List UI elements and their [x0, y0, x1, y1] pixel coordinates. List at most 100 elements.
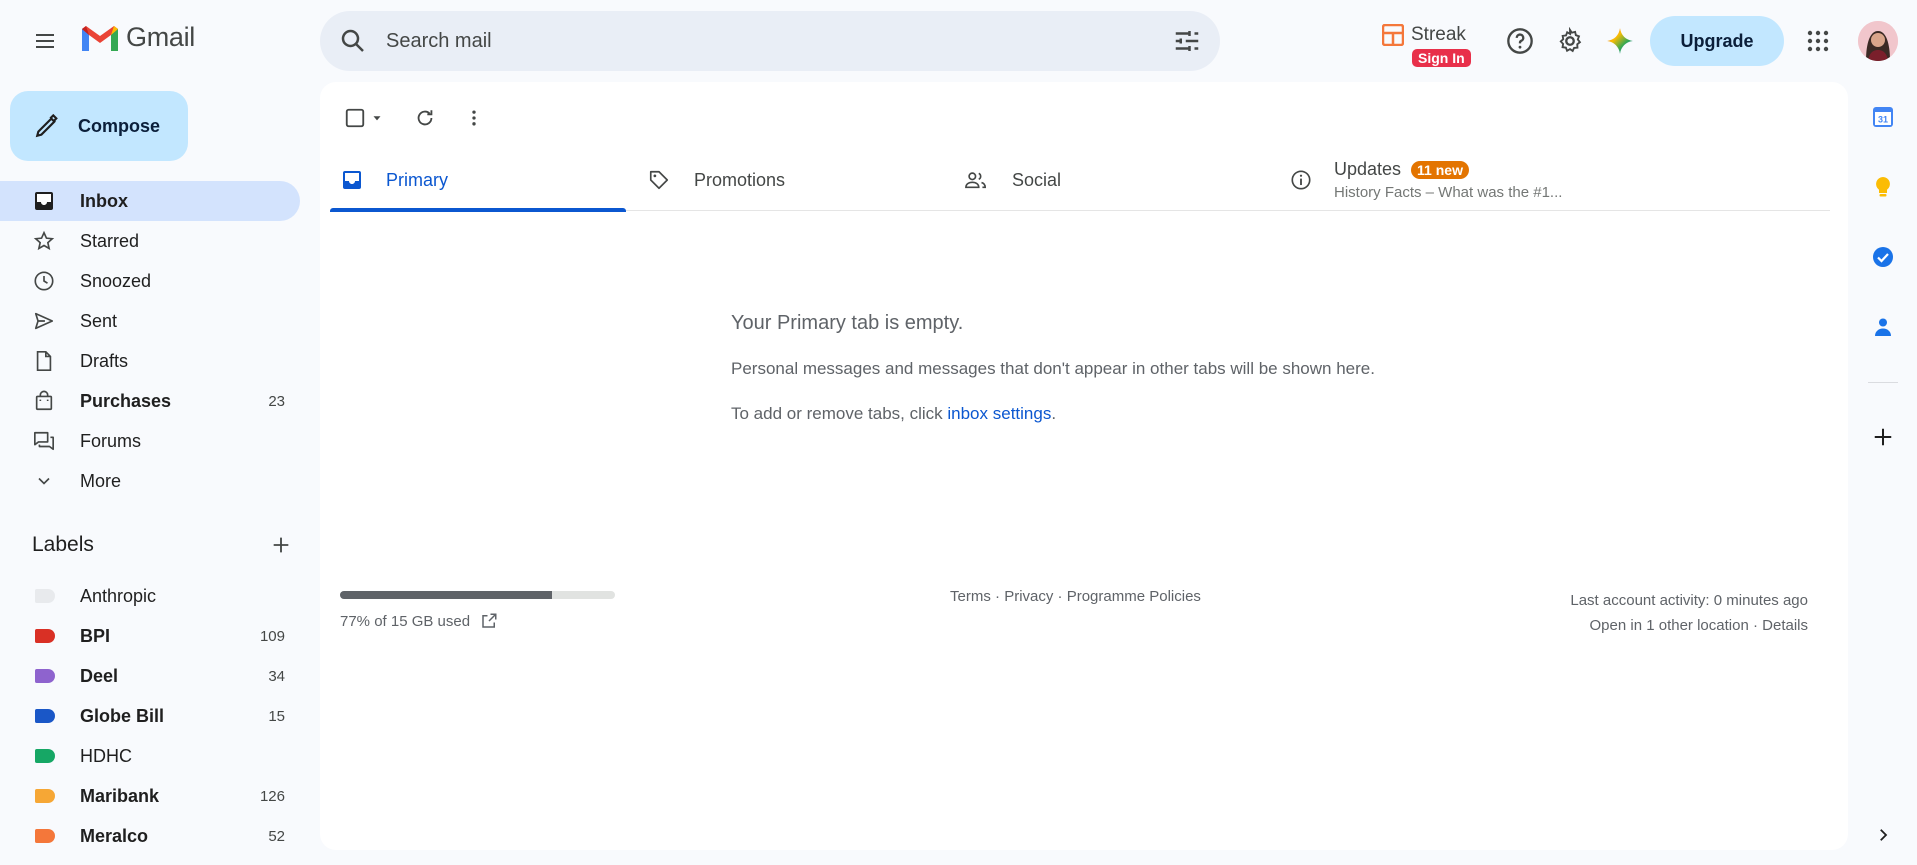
main-panel: Primary Promotions Social Updates 11 new…: [320, 82, 1848, 850]
sidebar-item-forums[interactable]: Forums: [0, 421, 300, 461]
sidebar-item-label: Snoozed: [80, 270, 152, 291]
terms-link[interactable]: Terms: [950, 588, 991, 605]
label-tag-icon: [35, 829, 55, 843]
pencil-icon: [35, 113, 58, 138]
gmail-m-icon: [82, 25, 118, 51]
search-options-icon[interactable]: [1172, 26, 1202, 56]
sidebar-item-purchases[interactable]: Purchases 23: [0, 381, 300, 421]
avatar-icon: [1858, 21, 1898, 61]
show-side-panel-button[interactable]: [1868, 820, 1898, 850]
sidebar-item-snoozed[interactable]: Snoozed: [0, 261, 300, 301]
label-item-maribank[interactable]: Maribank 126: [0, 776, 300, 816]
inbox-tab-icon: [343, 171, 361, 189]
svg-text:31: 31: [1878, 115, 1888, 125]
tab-label: Promotions: [694, 169, 786, 190]
sidebar-item-label: Forums: [80, 430, 142, 451]
empty-state-description: Personal messages and messages that don'…: [731, 359, 1375, 378]
labels-header: Labels: [32, 533, 292, 557]
upgrade-button[interactable]: Upgrade: [1650, 16, 1784, 66]
last-activity-text: Last account activity: 0 minutes ago: [1570, 592, 1808, 609]
label-name: Anthropic: [80, 585, 157, 606]
hint-suffix: .: [1051, 404, 1057, 423]
account-avatar[interactable]: [1858, 21, 1898, 61]
calendar-addon-button[interactable]: 31: [1868, 102, 1898, 132]
more-actions-button[interactable]: [464, 108, 484, 128]
programme-policies-link[interactable]: Programme Policies: [1067, 588, 1201, 605]
gemini-button[interactable]: [1602, 23, 1638, 59]
sidebar-item-drafts[interactable]: Drafts: [0, 341, 300, 381]
search-icon[interactable]: [338, 26, 368, 56]
tab-updates[interactable]: Updates 11 new History Facts – What was …: [1290, 149, 1710, 211]
rail-divider: [1868, 382, 1898, 383]
chevron-down-icon: [38, 477, 50, 485]
streak-signin-badge[interactable]: Sign In: [1412, 49, 1471, 67]
label-item-bpi[interactable]: BPI 109: [0, 616, 300, 656]
settings-button[interactable]: [1552, 23, 1588, 59]
tab-primary[interactable]: Primary: [330, 149, 626, 212]
tasks-icon: [1873, 247, 1893, 267]
refresh-icon: [417, 110, 433, 126]
storage-progress-fill: [340, 591, 552, 599]
label-tag-icon: [35, 709, 55, 723]
people-icon: [965, 172, 986, 189]
draft-icon: [36, 351, 52, 371]
label-item-globe-bill[interactable]: Globe Bill 15: [0, 696, 300, 736]
updates-snippet: History Facts – What was the #1...: [1334, 184, 1563, 201]
top-bar: Gmail Streak Sign In Upgrade: [0, 0, 1917, 82]
label-item-hdhc[interactable]: HDHC: [0, 736, 300, 776]
footer-separator: ·: [990, 588, 1005, 605]
labels-list: Anthropic BPI 109 Deel 34 Globe Bill 15 …: [0, 576, 300, 856]
sidebar-item-starred[interactable]: Starred: [0, 221, 300, 261]
details-link[interactable]: Details: [1762, 617, 1808, 634]
more-vert-icon: [472, 110, 476, 126]
unread-count: 126: [259, 787, 285, 805]
get-addons-button[interactable]: [1868, 422, 1898, 452]
account-activity: Last account activity: 0 minutes ago Ope…: [1570, 588, 1808, 638]
label-item-deel[interactable]: Deel 34: [0, 656, 300, 696]
privacy-link[interactable]: Privacy: [1004, 588, 1053, 605]
support-button[interactable]: [1502, 23, 1538, 59]
inbox-icon: [35, 192, 53, 210]
caret-down-icon[interactable]: [370, 111, 384, 125]
label-tag-icon: [35, 669, 55, 683]
label-name: Maribank: [80, 785, 160, 806]
tab-social[interactable]: Social: [952, 149, 1252, 211]
create-label-plus-icon[interactable]: [270, 534, 292, 556]
send-icon: [34, 312, 54, 330]
unread-count: 34: [268, 667, 285, 685]
inbox-settings-link[interactable]: inbox settings: [947, 404, 1051, 423]
search-input[interactable]: [386, 11, 1126, 71]
sidebar-item-inbox[interactable]: Inbox: [0, 181, 300, 221]
streak-extension-button[interactable]: Streak Sign In: [1382, 24, 1471, 67]
label-name: Deel: [80, 665, 119, 686]
sidebar-item-label: Purchases: [80, 390, 172, 411]
label-item-meralco[interactable]: Meralco 52: [0, 816, 300, 856]
empty-state-hint: To add or remove tabs, click inbox setti…: [731, 404, 1375, 424]
list-toolbar: [338, 94, 484, 142]
tab-label: Updates: [1334, 159, 1402, 179]
info-icon: [1291, 170, 1311, 190]
label-name: HDHC: [80, 745, 132, 766]
search-bar: [320, 11, 1220, 71]
open-in-new-icon[interactable]: [480, 612, 498, 630]
empty-state-title: Your Primary tab is empty.: [731, 312, 964, 334]
select-all-checkbox[interactable]: [338, 101, 390, 135]
main-menu-button[interactable]: [22, 18, 68, 64]
tab-promotions[interactable]: Promotions: [636, 149, 936, 211]
unread-count: 23: [268, 392, 285, 410]
sidebar-item-sent[interactable]: Sent: [0, 301, 300, 341]
compose-button[interactable]: Compose: [10, 91, 188, 161]
contacts-addon-button[interactable]: [1868, 312, 1898, 342]
plus-icon: [1874, 428, 1892, 446]
keep-addon-button[interactable]: [1868, 172, 1898, 202]
label-tag-icon: [35, 629, 55, 643]
tasks-addon-button[interactable]: [1868, 242, 1898, 272]
label-item-anthropic[interactable]: Anthropic: [0, 576, 300, 616]
google-apps-button[interactable]: [1800, 23, 1836, 59]
sidebar-item-more[interactable]: More: [0, 461, 300, 501]
label-tag-icon: [35, 789, 55, 803]
forum-icon: [34, 431, 54, 451]
refresh-button[interactable]: [414, 107, 436, 129]
help-icon: [1507, 28, 1533, 54]
gmail-logo[interactable]: Gmail: [80, 22, 195, 53]
